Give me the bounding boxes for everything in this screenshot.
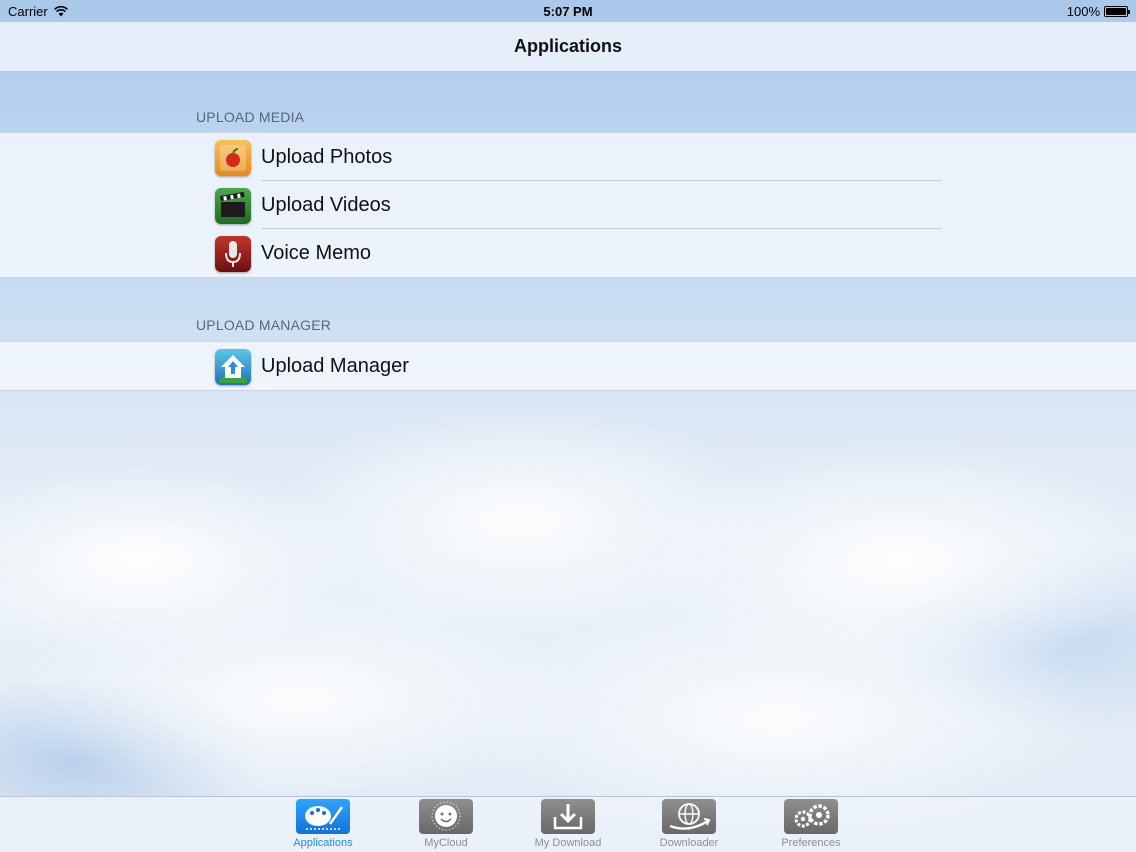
row-label: Upload Manager xyxy=(261,355,409,377)
tab-downloader[interactable]: Downloader xyxy=(644,799,734,851)
tab-bar: Applications MyCloud My Download Downloa… xyxy=(0,796,1136,852)
tab-label: Downloader xyxy=(659,837,719,849)
row-label: Voice Memo xyxy=(261,242,372,264)
row-upload-photos[interactable]: Upload Photos xyxy=(0,133,1136,181)
status-right: 100% xyxy=(1066,4,1130,19)
tab-label: MyCloud xyxy=(424,837,468,849)
tab-applications[interactable]: Applications xyxy=(278,799,368,851)
globe-arrow-icon xyxy=(662,799,716,834)
tab-label: My Download xyxy=(534,837,602,849)
row-label: Upload Photos xyxy=(261,146,393,168)
battery-percent: 100% xyxy=(1066,4,1100,19)
tab-preferences[interactable]: Preferences xyxy=(766,799,856,851)
row-upload-manager[interactable]: Upload Manager xyxy=(0,342,1136,390)
upload-manager-group: Upload Manager xyxy=(0,341,1136,391)
battery-icon xyxy=(1104,6,1130,17)
status-bar: Carrier 5:07 PM 100% xyxy=(0,0,1136,22)
navigation-bar: Applications xyxy=(0,22,1136,72)
home-upload-icon xyxy=(215,349,251,385)
section-header-upload-media: UPLOAD MEDIA xyxy=(196,109,305,125)
photos-icon xyxy=(215,140,251,176)
download-tray-icon xyxy=(541,799,595,834)
tab-my-download[interactable]: My Download xyxy=(523,799,613,851)
cloud-smile-icon xyxy=(419,799,473,834)
row-label: Upload Videos xyxy=(261,194,391,216)
palette-icon xyxy=(296,799,350,834)
upload-media-group: Upload Photos Upload Videos Voice Memo xyxy=(0,132,1136,278)
row-voice-memo[interactable]: Voice Memo xyxy=(0,229,1136,277)
tab-mycloud[interactable]: MyCloud xyxy=(401,799,491,851)
status-time: 5:07 PM xyxy=(543,4,593,19)
row-upload-videos[interactable]: Upload Videos xyxy=(0,181,1136,229)
clapper-icon xyxy=(215,188,251,224)
gears-icon xyxy=(784,799,838,834)
microphone-icon xyxy=(215,236,251,272)
section-header-upload-manager: UPLOAD MANAGER xyxy=(196,317,332,333)
tab-label: Preferences xyxy=(781,837,841,849)
tab-label: Applications xyxy=(293,837,353,849)
page-title: Applications xyxy=(513,36,622,56)
